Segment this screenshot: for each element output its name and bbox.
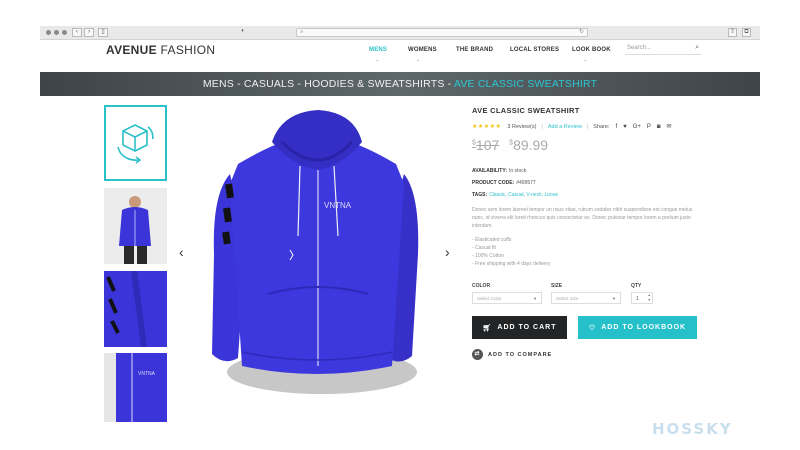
qty-label: QTY [631,283,642,289]
thumbnail-sleeve-detail[interactable] [104,271,167,347]
close-window-icon[interactable] [46,30,51,35]
reload-icon[interactable]: ↻ [579,29,584,36]
sleeve-photo [104,271,167,347]
chevron-down-icon: ⌄ [416,57,421,63]
feature-list: - Elasticated cuffs - Casual fit - 100% … [472,236,550,268]
nav-womens[interactable]: WOMENS [408,47,437,53]
product-description: Donec sem lorem laoreet tempor un risus … [472,207,693,229]
list-item: - Elasticated cuffs [472,237,512,243]
search-icon[interactable]: ⌕ [695,44,699,52]
add-review-link[interactable]: Add a Review [548,124,582,130]
forward-button[interactable]: › [84,28,94,37]
rating-stars: ★★★★★ [472,124,502,130]
zoom-window-icon[interactable] [62,30,67,35]
chevron-down-icon: ▼ [612,296,616,301]
facebook-icon[interactable]: f [615,124,617,130]
chevron-down-icon: ⌄ [375,57,380,63]
current-price: $89.99 [509,137,549,153]
chevron-down-icon: ▼ [533,296,537,301]
search-icon: ⌕ [300,29,304,35]
product-title: AVE CLASSIC SWEATSHIRT [472,106,580,115]
product-tags: TAGS: Classic, Casual, V-neck, Loose [472,192,559,198]
availability: AVAILABILITY: In stock [472,168,527,174]
size-label: SIZE [551,283,563,289]
heart-icon: ♡ [588,324,597,332]
pinterest-icon[interactable]: P [647,124,651,130]
minimize-window-icon[interactable] [54,30,59,35]
add-to-lookbook-button[interactable]: ♡ ADD TO LOOKBOOK [578,316,697,339]
hoodie-illustration: VNTNA [212,110,419,394]
thumbnail-chest-detail[interactable]: VNTNA [104,353,167,422]
compare-icon: ⇄ [472,349,483,360]
color-label: COLOR [472,283,491,289]
breadcrumb-current: AVE CLASSIC SWEATSHIRT [453,78,598,90]
model-photo [104,188,167,264]
browser-toolbar: ‹ › ▯ ◐ ⌕ ↻ ⇧ ⧉ [40,26,760,40]
stepper-arrows-icon[interactable]: ▲ ▼ [648,293,651,303]
breadcrumb: MENS - CASUALS - HOODIES & SWEATSHIRTS -… [40,78,760,90]
price: $107 $89.99 [472,137,548,153]
share-label: Share: [593,123,610,130]
list-item: - 100% Cotton [472,253,504,259]
list-item: - Casual fit [472,245,496,251]
back-button[interactable]: ‹ [72,28,82,37]
svg-text:VNTNA: VNTNA [324,201,352,210]
old-price: $107 [472,137,500,153]
color-select[interactable]: Select Color ▼ [472,292,542,304]
new-tab-icon[interactable]: ⧉ [742,28,751,37]
add-to-cart-button[interactable]: 🛒︎ ADD TO CART [472,316,567,339]
window-controls[interactable] [46,30,67,35]
3d-rotate-icon [117,124,154,164]
add-to-compare-link[interactable]: ⇄ ADD TO COMPARE [472,349,552,360]
product-main-image[interactable]: VNTNA [172,104,460,420]
chest-photo: VNTNA [104,353,167,422]
search-input[interactable]: Search... ⌕ [625,43,701,55]
breadcrumb-path[interactable]: MENS - CASUALS - HOODIES & SWEATSHIRTS - [203,78,454,90]
sidebar-toggle-icon[interactable]: ▯ [98,28,108,37]
nav-the-brand[interactable]: THE BRAND [456,47,493,53]
breadcrumb-banner: MENS - CASUALS - HOODIES & SWEATSHIRTS -… [40,72,760,96]
site-logo[interactable]: AVENUE FASHION [106,43,215,57]
previous-image-button[interactable]: ‹ [179,244,184,260]
cart-icon: 🛒︎ [482,324,493,332]
watermark-logo: HOSSKY [652,420,733,438]
product-code: PRODUCT CODE: #499577 [472,180,536,186]
quantity-stepper[interactable]: 1 ▲ ▼ [631,292,653,304]
nav-look-book[interactable]: LOOK BOOK [572,47,611,53]
instagram-icon[interactable]: ◙ [657,124,661,130]
email-icon[interactable]: ✉ [667,123,672,130]
next-image-button[interactable]: › [445,244,450,260]
size-select[interactable]: Select Size ▼ [551,292,621,304]
address-bar[interactable]: ⌕ ↻ [296,28,588,37]
list-item: - Free shipping with 4 days delivery [472,261,551,267]
privacy-shield-icon[interactable]: ◐ [238,28,248,37]
share-page-icon[interactable]: ⇧ [728,28,737,37]
rating-row: ★★★★★ 3 Review(s) | Add a Review | Share… [472,123,672,131]
thumbnail-3d-view[interactable] [104,105,167,181]
google-plus-icon[interactable]: G+ [633,124,641,130]
nav-mens[interactable]: MENS [369,47,387,53]
nav-local-stores[interactable]: LOCAL STORES [510,47,559,53]
review-count[interactable]: 3 Review(s) [507,124,536,130]
thumbnail-model-front[interactable] [104,188,167,264]
twitter-icon[interactable]: ♥ [623,124,627,130]
chevron-down-icon: ⌄ [583,57,588,63]
svg-text:VNTNA: VNTNA [138,371,156,377]
